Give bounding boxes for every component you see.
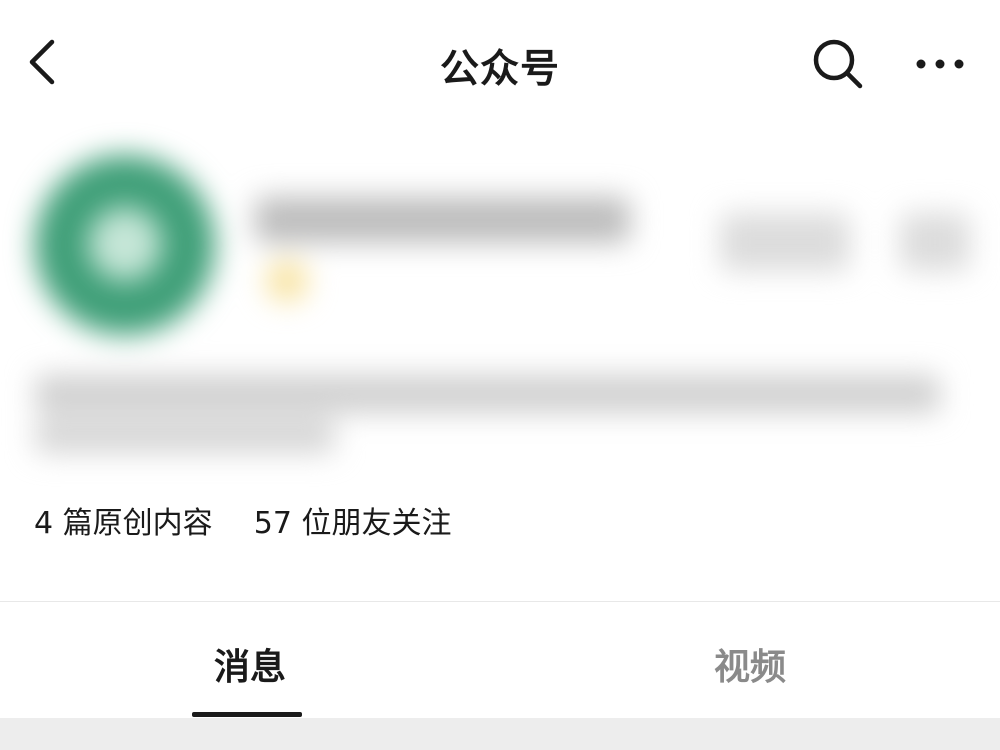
tab-messages-label: 消息 — [213, 647, 286, 688]
content-tabs: 消息 视频 — [0, 602, 1000, 718]
tab-messages[interactable]: 消息 — [0, 602, 500, 718]
profile-action-secondary-blurred — [900, 213, 970, 271]
avatar-center — [88, 207, 162, 281]
original-label: 篇原创内容 — [62, 506, 213, 541]
active-tab-indicator — [192, 712, 302, 717]
more-horizontal-icon — [916, 59, 964, 69]
tab-videos[interactable]: 视频 — [500, 602, 1000, 718]
tab-videos-label: 视频 — [713, 647, 786, 688]
account-description-line-1-blurred — [35, 375, 940, 413]
account-stats: 4 篇原创内容 57 位朋友关注 — [34, 498, 451, 542]
account-description-line-2-blurred — [35, 419, 335, 453]
content-area-top — [0, 718, 1000, 750]
search-icon — [813, 39, 863, 89]
follower-label: 位朋友关注 — [301, 506, 452, 541]
profile-action-blurred — [720, 213, 850, 271]
search-button[interactable] — [808, 34, 868, 94]
verified-badge-blurred — [266, 260, 308, 302]
account-name-blurred — [255, 197, 630, 243]
official-account-page: 公众号 4 篇原创内容 57 位朋友关注 消息 视频 — [0, 0, 1000, 750]
blurred-profile-content — [10, 125, 975, 470]
original-count: 4 — [34, 506, 54, 541]
account-profile-header[interactable] — [10, 125, 975, 470]
follower-count: 57 — [253, 506, 292, 541]
more-button[interactable] — [908, 44, 972, 84]
top-nav-bar: 公众号 — [0, 0, 1000, 125]
